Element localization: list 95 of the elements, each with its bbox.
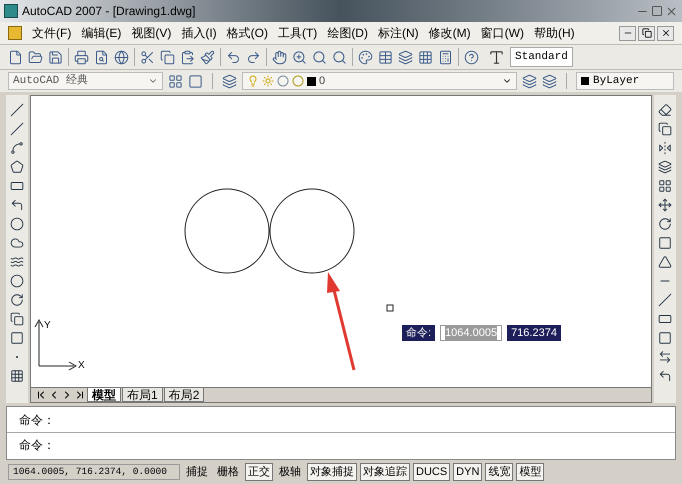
document-icon [8, 26, 22, 40]
grid-icon[interactable] [658, 179, 672, 193]
wave-icon[interactable] [10, 255, 24, 269]
menu-item[interactable]: 工具(T) [278, 24, 318, 42]
layer-dropdown[interactable]: 0 [242, 72, 517, 90]
dynamic-input-field[interactable]: 716.2374 [507, 325, 561, 341]
cloud-icon[interactable] [10, 236, 24, 250]
last-icon[interactable] [74, 389, 86, 401]
pentagon-icon[interactable] [10, 160, 24, 174]
menu-item[interactable]: 编辑(E) [81, 24, 122, 42]
sun-icon [262, 75, 274, 87]
restore-icon[interactable] [638, 26, 655, 40]
copy-icon[interactable] [658, 122, 672, 136]
menu-item[interactable]: 窗口(W) [480, 24, 524, 42]
axis-label: X [78, 359, 85, 373]
status-toggle[interactable]: 栅格 [214, 462, 242, 482]
dynamic-input-label: 命令: [402, 325, 436, 341]
circle-icon[interactable] [10, 217, 24, 231]
circle-icon [277, 75, 289, 87]
command-line: 命令： [7, 432, 675, 457]
color-dropdown[interactable]: ByLayer [576, 72, 674, 90]
status-toggle[interactable]: 对象追踪 [360, 462, 410, 482]
status-toggle[interactable]: DYN [453, 462, 482, 482]
folder-icon[interactable] [28, 50, 43, 64]
maximize-icon[interactable] [651, 4, 663, 16]
circle-icon [292, 75, 304, 87]
rotate-icon[interactable] [658, 217, 672, 231]
globe-icon[interactable] [114, 50, 129, 64]
menu-item[interactable]: 视图(V) [131, 24, 172, 42]
layers-icon[interactable] [398, 50, 413, 64]
search-icon[interactable] [312, 50, 327, 64]
menu-item[interactable]: 格式(O) [226, 24, 268, 42]
close-icon[interactable] [665, 4, 678, 18]
mirror-icon[interactable] [658, 141, 672, 155]
menu-item[interactable]: 标注(N) [378, 24, 419, 42]
status-toggle[interactable]: 对象捕捉 [307, 462, 357, 482]
polyline-icon[interactable] [10, 141, 24, 155]
redo-icon[interactable] [246, 50, 261, 64]
scissors-icon[interactable] [140, 50, 155, 64]
layers-icon[interactable] [542, 74, 557, 88]
axis-label: Y [44, 319, 51, 333]
layout-tab[interactable]: 模型 [87, 388, 121, 402]
drawing-canvas[interactable]: Y X 命令: 1064.0005 716.2374 [31, 96, 651, 387]
color-swatch [307, 76, 316, 86]
layers-icon[interactable] [222, 74, 237, 88]
text-style-field[interactable]: Standard [510, 47, 573, 67]
help-icon[interactable] [464, 50, 479, 64]
status-toggle[interactable]: 极轴 [276, 462, 304, 482]
cursor-pickbox [386, 304, 394, 312]
menu-item[interactable]: 修改(M) [428, 24, 471, 42]
status-toggle[interactable]: 线宽 [485, 462, 514, 482]
brush-icon[interactable] [200, 50, 215, 64]
line-icon[interactable] [10, 122, 24, 136]
table-icon[interactable] [378, 50, 393, 64]
menu-item[interactable]: 帮助(H) [534, 24, 575, 42]
status-toggle[interactable]: 正交 [245, 462, 273, 482]
menu-item[interactable]: 文件(F) [32, 24, 72, 42]
minimize-icon[interactable] [619, 26, 636, 40]
search-icon[interactable] [332, 50, 347, 64]
first-icon[interactable] [35, 389, 47, 401]
clipboard-icon[interactable] [180, 50, 195, 64]
layout-tab[interactable]: 布局2 [164, 388, 204, 402]
command-line: 命令： [18, 412, 56, 428]
layout-tab[interactable]: 布局1 [122, 388, 163, 402]
rectangle-icon[interactable] [10, 179, 24, 193]
layer-name: 0 [319, 74, 326, 89]
hatch-icon[interactable] [10, 369, 24, 383]
calculator-icon[interactable] [438, 50, 453, 64]
menu-item[interactable]: 绘图(D) [327, 24, 368, 42]
zoom-in-icon[interactable] [292, 50, 307, 64]
text-style-icon[interactable] [488, 48, 505, 66]
line-icon[interactable] [10, 103, 24, 117]
status-toggle[interactable]: 捕捉 [183, 462, 211, 482]
hand-icon[interactable] [272, 50, 287, 64]
lightbulb-icon [247, 75, 259, 87]
move-icon[interactable] [658, 198, 672, 212]
printer-icon[interactable] [74, 50, 89, 64]
app-icon [4, 4, 18, 18]
document-search-icon[interactable] [94, 50, 109, 64]
menu-item[interactable]: 插入(I) [181, 24, 217, 42]
window-title: AutoCAD 2007 - [Drawing1.dwg] [22, 3, 196, 20]
workspace-dropdown[interactable]: AutoCAD 经典 [8, 72, 163, 90]
close-icon[interactable] [657, 26, 674, 40]
ucs-axes-icon [34, 319, 77, 370]
file-icon[interactable] [8, 50, 23, 64]
palette-icon[interactable] [358, 50, 373, 64]
status-toggle[interactable]: DUCS [413, 462, 450, 482]
arrows-icon[interactable] [658, 350, 672, 364]
coordinates-readout: 1064.0005, 716.2374, 0.0000 [8, 464, 180, 480]
copy-icon[interactable] [160, 50, 175, 64]
status-toggle[interactable]: 模型 [516, 462, 544, 482]
undo-icon[interactable] [226, 50, 241, 64]
layers-icon[interactable] [522, 74, 537, 88]
eraser-icon[interactable] [658, 103, 672, 117]
grid-icon[interactable] [418, 50, 433, 64]
